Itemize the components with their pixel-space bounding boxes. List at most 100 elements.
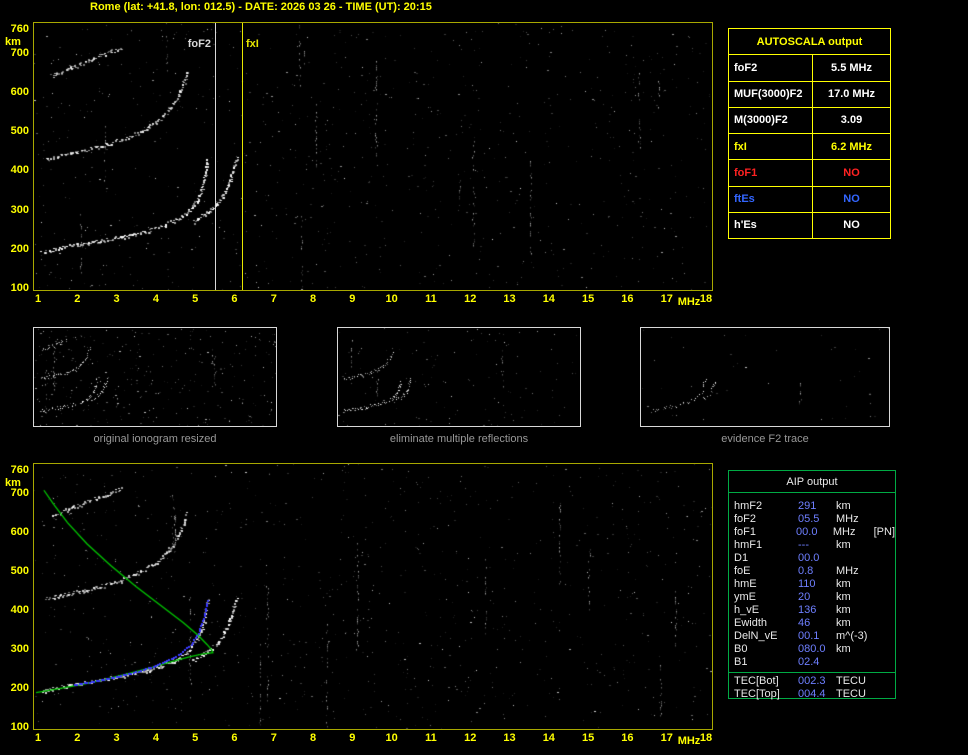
y-tick-label: 500 <box>10 565 29 578</box>
aip-param-value: 110 <box>798 578 816 590</box>
thumbnail-cleaned-panel <box>337 327 581 427</box>
thumbnail-original-caption: original ionogram resized <box>93 433 217 445</box>
aip-param-note <box>878 604 895 617</box>
bottom-ionogram-canvas <box>34 464 712 729</box>
aip-param-unit: km <box>836 578 851 590</box>
aip-param-label: foF2 <box>734 513 757 525</box>
y-tick-label: 600 <box>10 85 29 98</box>
y-tick-label: 500 <box>10 125 29 138</box>
y-tick-label: 300 <box>10 203 29 216</box>
aip-param-value: 136 <box>798 604 817 616</box>
x-tick-label: 5 <box>192 293 199 305</box>
x-tick-label: 15 <box>581 732 595 744</box>
aip-param-label: DelN_vE <box>734 630 778 642</box>
x-tick-label: 5 <box>192 732 199 744</box>
aip-param-unit: m^(-3) <box>836 630 868 642</box>
thumbnail-cleaned-caption: eliminate multiple reflections <box>389 433 529 445</box>
y-tick-label: 100 <box>10 282 29 294</box>
aip-row: h_vE 136 km <box>729 604 895 617</box>
y-tick-label: 700 <box>10 487 29 500</box>
thumbnail-original-panel <box>33 327 277 427</box>
x-tick-label: 1 <box>34 732 42 744</box>
aip-param-value: 080.0 <box>798 643 826 655</box>
aip-param-value: 00.0 <box>798 552 820 564</box>
aip-param-unit: MHz <box>836 565 859 577</box>
aip-row: foE 0.8 MHz <box>729 565 895 578</box>
x-tick-label: 4 <box>152 732 159 744</box>
aip-row: hmF1 --- km <box>729 539 895 552</box>
autoscala-row: foF1 NO <box>729 159 890 186</box>
y-tick-label: 100 <box>10 721 29 733</box>
aip-param-value: 20 <box>798 591 811 603</box>
marker-line-foF2 <box>215 23 216 290</box>
autoscala-row: MUF(3000)F2 17.0 MHz <box>729 80 890 107</box>
aip-row: hmF2 291 km <box>729 500 895 513</box>
aip-param-label: hmE <box>734 578 757 590</box>
aip-param-label: B1 <box>734 656 748 668</box>
aip-param-value: 00.0 <box>796 526 818 538</box>
aip-param-unit: km <box>836 643 851 655</box>
autoscala-row: foF2 5.5 MHz <box>729 54 890 81</box>
autoscala-row: fxI 6.2 MHz <box>729 133 890 160</box>
autoscala-param-value: 6.2 MHz <box>831 140 872 153</box>
x-tick-label: 14 <box>542 293 555 305</box>
autoscala-param-value: NO <box>843 219 860 232</box>
x-tick-label: 3 <box>113 732 120 744</box>
aip-row: Ewidth 46 km <box>729 617 895 630</box>
thumbnail-f2trace-caption: evidence F2 trace <box>721 433 809 445</box>
autoscala-param-value: 17.0 MHz <box>827 88 876 101</box>
marker-label-foF2: foF2 <box>187 38 211 50</box>
autoscala-param-label: foF2 <box>729 55 813 81</box>
aip-row: hmE 110 km <box>729 578 895 591</box>
aip-param-value: --- <box>798 539 809 551</box>
aip-param-note: [PN] <box>873 526 896 538</box>
aip-param-label: TEC[Top] <box>734 688 780 700</box>
aip-param-value: 291 <box>798 500 817 512</box>
aip-row: DelN_vE 00.1 m^(-3) <box>729 630 895 643</box>
thumbnail-f2trace-canvas <box>641 328 889 426</box>
aip-param-note <box>878 578 895 591</box>
aip-param-note <box>878 591 895 604</box>
aip-param-note <box>878 675 895 688</box>
aip-param-value: 02.4 <box>798 656 820 668</box>
autoscala-window: Rome (lat: +41.8, lon: 012.5) - DATE: 20… <box>0 0 968 755</box>
x-tick-label: 4 <box>152 293 159 305</box>
aip-param-note <box>878 513 895 526</box>
aip-param-label: ymE <box>734 591 756 603</box>
marker-line-fxI <box>242 23 243 290</box>
x-tick-label: 7 <box>270 293 277 305</box>
y-tick-label: 400 <box>10 164 29 177</box>
y-tick-label: 760 <box>10 464 29 476</box>
autoscala-param-label: fxI <box>729 134 813 160</box>
autoscala-param-label: h'Es <box>729 212 813 238</box>
x-tick-label: 10 <box>385 293 398 305</box>
y-tick-label: 300 <box>10 643 29 656</box>
aip-param-unit: TECU <box>836 688 866 700</box>
bottom-ionogram-panel <box>33 463 713 730</box>
aip-output-table: AIP output hmF2 291 km foF2 05.5 MHz foF1 00.0 M… <box>728 470 896 700</box>
autoscala-output-table: AUTOSCALA output foF2 5.5 MHz MUF(3000)F2 1… <box>728 28 891 239</box>
autoscala-param-label: MUF(3000)F2 <box>729 81 813 107</box>
aip-param-note <box>878 565 895 578</box>
aip-row: B0 080.0 km <box>729 643 895 656</box>
y-tick-label: 760 <box>10 23 29 35</box>
x-tick-label: 16 <box>621 293 634 305</box>
station-title: Rome (lat: +41.8, lon: 012.5) - DATE: 20… <box>90 1 432 13</box>
aip-param-unit: km <box>836 539 851 551</box>
autoscala-row: ftEs NO <box>729 185 890 212</box>
x-tick-label: 11 <box>425 293 437 305</box>
aip-param-label: h_vE <box>734 604 760 616</box>
aip-param-label: B0 <box>734 643 748 655</box>
aip-param-unit <box>836 656 878 669</box>
aip-param-note <box>878 552 895 565</box>
aip-param-note <box>878 643 895 656</box>
thumbnail-original-canvas <box>34 328 276 426</box>
thumbnail-cleaned-canvas <box>338 328 580 426</box>
aip-param-unit: km <box>836 604 851 616</box>
x-tick-label: 14 <box>542 732 555 744</box>
aip-param-label: foE <box>734 565 751 577</box>
aip-param-unit: TECU <box>836 675 866 687</box>
aip-param-unit: MHz <box>836 513 859 525</box>
x-tick-label: 9 <box>349 293 356 305</box>
x-tick-label: 6 <box>231 732 238 744</box>
